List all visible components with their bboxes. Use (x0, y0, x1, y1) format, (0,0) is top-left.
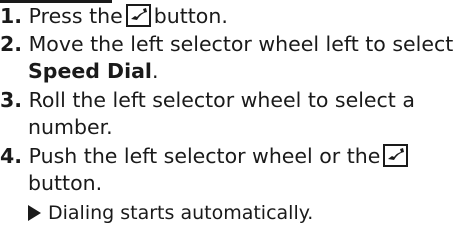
step-2-line-1: Move the left selector wheel left to sel… (28, 32, 454, 56)
step-2: 2. Move the left selector wheel left to … (0, 30, 453, 59)
phone-button-icon (383, 144, 409, 167)
step-2-number: 2. (0, 32, 23, 56)
step-4-line-1: Push the left selector wheel or the (28, 144, 381, 168)
step-1-text-before: Press the (28, 4, 123, 28)
step-3-line-1: Roll the left selector wheel to select a (28, 88, 415, 112)
speed-dial-label: Speed Dial (28, 59, 152, 83)
result-text: Dialing starts automatically. (48, 202, 314, 224)
result-line: Dialing starts automatically. (28, 200, 313, 227)
step-4: 4. Push the left selector wheel or the (0, 142, 411, 171)
triangle-right-icon (28, 205, 41, 221)
step-2-line-2-tail: . (151, 59, 159, 83)
phone-button-icon (125, 4, 151, 27)
step-3: 3. Roll the left selector wheel to selec… (0, 86, 415, 115)
step-2-line-2: Speed Dial. (28, 57, 159, 86)
step-3-line-2: number. (28, 115, 113, 139)
step-1-text-after: button. (153, 4, 228, 28)
step-4-line-2: button. (28, 171, 103, 195)
step-3-number: 3. (0, 88, 23, 112)
step-4-number: 4. (0, 144, 23, 168)
step-1-number: 1. (0, 4, 23, 28)
step-1: 1. Press the button. (0, 2, 228, 31)
